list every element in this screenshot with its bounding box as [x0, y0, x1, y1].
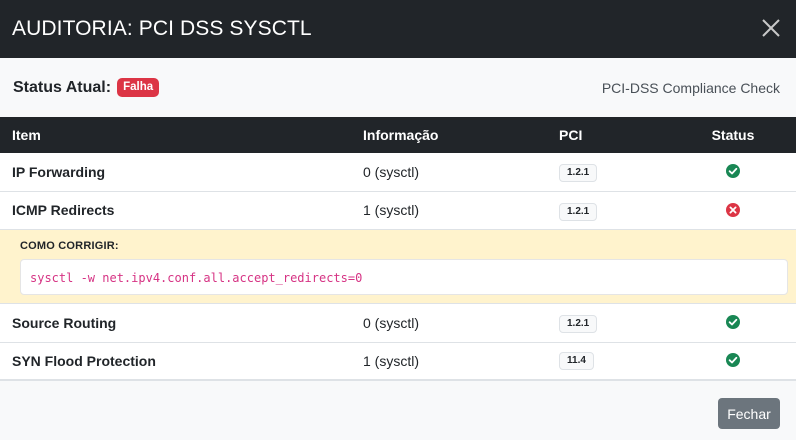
modal-footer: Fechar	[0, 380, 796, 440]
fix-command[interactable]: sysctl -w net.ipv4.conf.all.accept_redir…	[20, 259, 788, 295]
check-circle-icon	[725, 314, 741, 330]
row-info: 0 (sysctl)	[363, 315, 419, 331]
pci-badge: 1.2.1	[559, 203, 598, 221]
check-circle-icon	[725, 163, 741, 179]
table-row: Source Routing 0 (sysctl) 1.2.1	[0, 304, 796, 343]
modal-header: AUDITORIA: PCI DSS SYSCTL	[0, 0, 796, 58]
header-item: Item	[12, 127, 41, 143]
header-info: Informação	[363, 127, 439, 143]
audit-modal: AUDITORIA: PCI DSS SYSCTL Status Atual: …	[0, 0, 796, 440]
row-item: IP Forwarding	[12, 164, 106, 180]
row-info: 1 (sysctl)	[363, 353, 419, 369]
status-badge: Falha	[117, 78, 160, 97]
table-header: Item Informação PCI Status	[0, 117, 796, 153]
table-row: SYN Flood Protection 1 (sysctl) 11.4	[0, 343, 796, 380]
fix-panel: COMO CORRIGIR: sysctl -w net.ipv4.conf.a…	[0, 230, 796, 304]
compliance-check-label: PCI-DSS Compliance Check	[601, 79, 780, 96]
table-row: ICMP Redirects 1 (sysctl) 1.2.1	[0, 192, 796, 230]
pci-badge: 11.4	[559, 352, 594, 370]
pci-badge: 1.2.1	[559, 315, 598, 333]
close-button[interactable]: Fechar	[718, 398, 780, 429]
row-item: Source Routing	[12, 315, 117, 331]
close-icon[interactable]	[760, 17, 782, 39]
row-info: 0 (sysctl)	[363, 164, 419, 180]
pci-badge: 1.2.1	[559, 164, 598, 182]
status-label: Status Atual:	[13, 78, 112, 96]
fix-label: COMO CORRIGIR:	[20, 240, 119, 252]
row-info: 1 (sysctl)	[363, 202, 419, 218]
header-status: Status	[711, 127, 755, 143]
header-pci: PCI	[559, 127, 583, 143]
status-bar: Status Atual: Falha PCI-DSS Compliance C…	[0, 58, 796, 117]
row-item: SYN Flood Protection	[12, 353, 156, 369]
modal-title: AUDITORIA: PCI DSS SYSCTL	[12, 17, 312, 40]
row-item: ICMP Redirects	[12, 202, 115, 218]
table-row: IP Forwarding 0 (sysctl) 1.2.1	[0, 153, 796, 192]
x-circle-icon	[725, 202, 741, 218]
check-circle-icon	[725, 352, 741, 368]
